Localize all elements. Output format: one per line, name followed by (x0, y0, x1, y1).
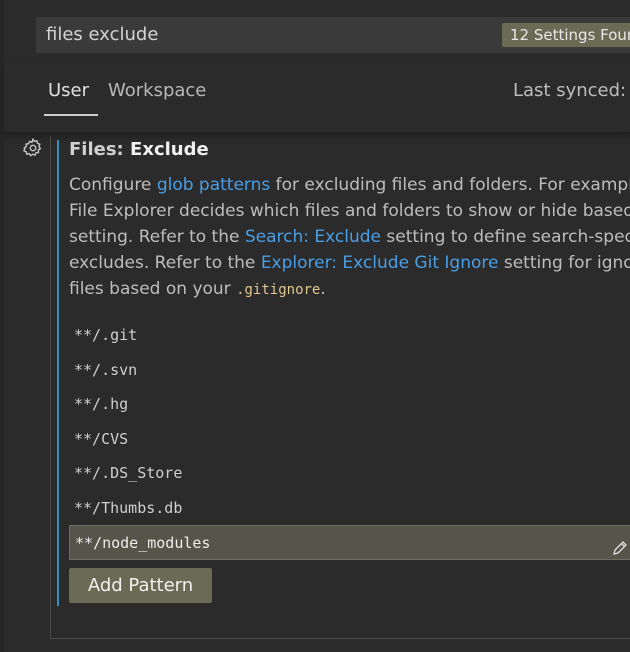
active-tab-indicator (44, 114, 98, 116)
pencil-icon[interactable] (612, 534, 628, 555)
description-text: setting to define search-specifi (381, 227, 630, 247)
tab-user[interactable]: User (48, 80, 89, 102)
description-text: File Explorer decides which files and fo… (69, 201, 630, 221)
pattern-item[interactable]: **/.hg (69, 387, 630, 422)
description-text: for excluding files and folders. For exa… (270, 175, 630, 195)
pattern-item[interactable]: **/Thumbs.db (69, 491, 630, 526)
pattern-item-selected[interactable]: **/node_modules (69, 525, 630, 560)
pattern-item[interactable]: **/CVS (69, 422, 630, 457)
tab-workspace[interactable]: Workspace (108, 80, 206, 102)
description-text: setting. Refer to the (69, 227, 245, 247)
pattern-item[interactable]: **/.DS_Store (69, 456, 630, 491)
description-text: Configure (69, 175, 157, 195)
pattern-list: **/.git **/.svn **/.hg **/CVS **/.DS_Sto… (69, 318, 630, 560)
description-text: setting for ignori (503, 253, 630, 273)
description-text: . (320, 279, 326, 299)
glob-patterns-link[interactable]: glob patterns (157, 175, 270, 195)
description-text: files based on your (69, 279, 237, 299)
results-count-badge: 12 Settings Found (502, 23, 630, 47)
pattern-text: **/node_modules (75, 534, 211, 552)
settings-search-box[interactable]: 12 Settings Found (36, 17, 630, 53)
sync-status: Last synced: 0 (513, 80, 630, 101)
pattern-item[interactable]: **/.git (69, 318, 630, 353)
pattern-item[interactable]: **/.svn (69, 353, 630, 388)
gitignore-code: .gitignore (236, 282, 321, 298)
search-exclude-link[interactable]: Search: Exclude (245, 227, 381, 247)
setting-description: Configure glob patterns for excluding fi… (69, 172, 630, 302)
setting-name: Exclude (130, 139, 209, 160)
setting-category: Files: (69, 139, 131, 160)
description-text: excludes. Refer to the (69, 253, 261, 273)
settings-editor: 12 Settings Found User Workspace Last sy… (0, 0, 630, 652)
settings-scope-tabs: User Workspace Last synced: 0 (4, 62, 630, 133)
setting-focus-indicator (57, 140, 59, 606)
gear-icon[interactable] (22, 137, 44, 159)
add-pattern-button[interactable]: Add Pattern (69, 568, 212, 603)
explorer-exclude-git-ignore-link[interactable]: Explorer: Exclude Git Ignore (261, 253, 499, 273)
setting-title: Files: Exclude (69, 139, 209, 161)
settings-search-input[interactable] (46, 17, 486, 53)
